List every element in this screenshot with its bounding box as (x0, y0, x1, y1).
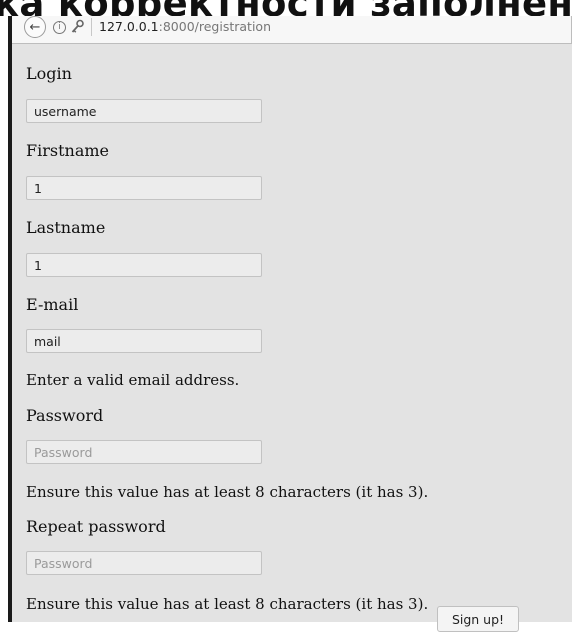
browser-window: ← i 127.0.0.1:8000/registration Login Fi… (8, 16, 572, 622)
url-text[interactable]: 127.0.0.1:8000/registration (99, 19, 271, 34)
lastname-input[interactable] (26, 253, 262, 277)
lastname-label: Lastname (26, 218, 106, 237)
repeat-password-input[interactable] (26, 551, 262, 575)
repeat-password-label: Repeat password (26, 517, 166, 536)
password-input[interactable] (26, 440, 262, 464)
url-host: 127.0.0.1 (99, 19, 159, 34)
firstname-input[interactable] (26, 176, 262, 200)
arrow-left-icon[interactable]: ← (24, 16, 46, 38)
password-error: Ensure this value has at least 8 charact… (26, 483, 429, 501)
login-label: Login (26, 64, 72, 83)
info-icon[interactable]: i (53, 21, 66, 34)
password-label: Password (26, 406, 104, 425)
email-error: Enter a valid email address. (26, 371, 240, 389)
repeat-password-error: Ensure this value has at least 8 charact… (26, 595, 429, 613)
url-path: :8000/registration (158, 19, 271, 34)
address-bar[interactable]: ← i 127.0.0.1:8000/registration (12, 16, 572, 44)
key-icon (71, 19, 84, 33)
email-input[interactable] (26, 329, 262, 353)
firstname-label: Firstname (26, 141, 109, 160)
login-input[interactable] (26, 99, 262, 123)
sign-up-button[interactable]: Sign up! (437, 606, 519, 632)
email-label: E-mail (26, 295, 79, 314)
url-separator (91, 18, 92, 36)
